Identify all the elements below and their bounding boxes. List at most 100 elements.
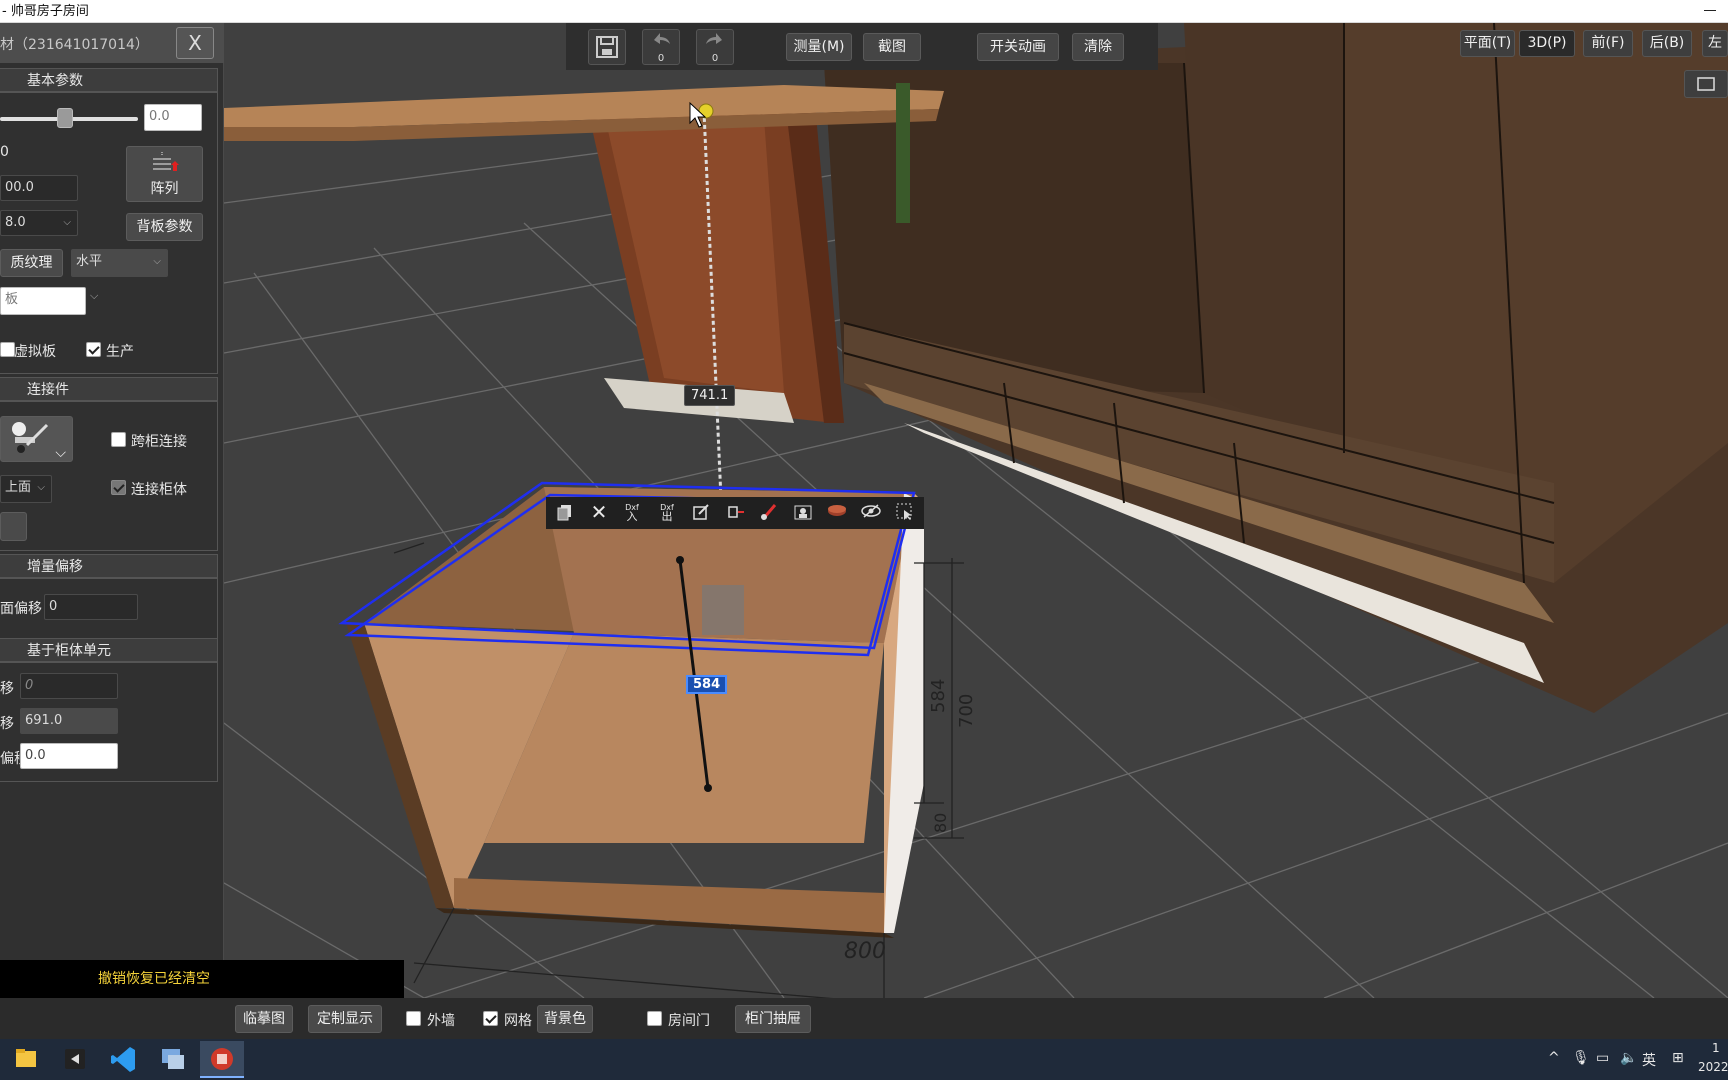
bottom-left-area (0, 998, 224, 1039)
cross-cabinet-label: 跨柜连接 (131, 434, 187, 450)
volume-icon[interactable]: 🔈 (1620, 1050, 1637, 1066)
face-offset-label: 面偏移 (0, 601, 42, 617)
dim-584-text: 584 (928, 679, 949, 713)
window-titlebar: - 帅哥房子房间 (0, 0, 1728, 23)
room-door-checkbox[interactable] (647, 1011, 662, 1026)
production-label: 生产 (106, 344, 134, 360)
undo-button[interactable]: 0 (642, 29, 680, 65)
window-title: - 帅哥房子房间 (2, 4, 89, 19)
face-offset-field[interactable]: 0 (44, 594, 138, 620)
production-checkbox[interactable] (86, 342, 101, 357)
unit-row2-label: 移 (0, 716, 14, 732)
window-mode-button[interactable] (1684, 70, 1728, 98)
file-explorer-icon[interactable] (4, 1041, 48, 1078)
screenshot-button[interactable]: 截图 (863, 33, 921, 61)
user-icon[interactable] (792, 503, 814, 523)
cabinet-door-drawer-button[interactable]: 柜门抽屉 (735, 1005, 811, 1033)
chevron-down-icon: ⌵ (37, 482, 45, 493)
resize-icon[interactable] (724, 503, 746, 523)
param-dropdown-2[interactable]: 8.0 ⌵ (0, 210, 78, 236)
grid-checkbox[interactable] (483, 1011, 498, 1026)
redo-button[interactable]: 0 (696, 29, 734, 65)
door-model (584, 93, 844, 423)
outer-wall-label: 外墙 (427, 1013, 455, 1029)
unit-row2-field[interactable]: 691.0 (20, 708, 118, 734)
chevron-down-icon: ⌵ (63, 217, 71, 228)
top-toolbar: 0 0 测量(M) 截图 开关动画 清除 (566, 23, 1158, 70)
edit-icon[interactable] (690, 503, 712, 523)
unity-icon[interactable] (53, 1041, 97, 1078)
connector-type-dropdown[interactable]: ⌵ (0, 416, 73, 462)
background-color-button[interactable]: 背景色 (537, 1005, 593, 1033)
measure-button[interactable]: 测量(M) (786, 33, 852, 61)
remote-desktop-icon[interactable] (151, 1041, 195, 1078)
copy-icon[interactable] (554, 503, 576, 523)
save-button[interactable] (588, 29, 626, 65)
texture-direction-dropdown[interactable]: 水平 ⌵ (71, 249, 168, 277)
view-left-button[interactable]: 左 (1702, 30, 1728, 57)
connector-extra-button[interactable] (0, 512, 27, 541)
clock-time[interactable]: 1 (1712, 1041, 1720, 1055)
3d-viewport[interactable]: 800 584 700 80 741.1 584 (224, 23, 1728, 998)
connect-cabinet-checkbox[interactable] (111, 480, 126, 495)
array-label: 阵列 (150, 181, 179, 197)
dim-80-text: 80 (931, 813, 950, 833)
outer-wall-checkbox[interactable] (406, 1011, 421, 1026)
properties-panel: 材（231641017014） X 基本参数 0.0 0 00.0 8.0 ⌵ 阵… (0, 23, 224, 975)
select-icon[interactable] (894, 503, 916, 523)
chevron-down-icon: ⌵ (153, 256, 161, 267)
tray-expand-icon[interactable]: ^ (1548, 1050, 1560, 1066)
network-icon[interactable]: ▭ (1596, 1050, 1609, 1066)
minimize-button[interactable] (1704, 10, 1716, 11)
custom-display-button[interactable]: 定制显示 (308, 1005, 382, 1033)
texture-button[interactable]: 质纹理 (0, 249, 63, 277)
cabinet-unit-heading: 基于柜体单元 (0, 638, 218, 662)
param-slider-thumb[interactable] (57, 108, 73, 128)
view-plan-button[interactable]: 平面(T) (1460, 30, 1515, 57)
param-field-1[interactable]: 00.0 (0, 175, 78, 201)
back-panel-params-button[interactable]: 背板参数 (126, 213, 203, 241)
ime-indicator[interactable]: 英 (1642, 1050, 1656, 1070)
trace-image-button[interactable]: 临摹图 (235, 1005, 293, 1033)
visibility-icon[interactable] (860, 503, 882, 523)
view-3d-button[interactable]: 3D(P) (1519, 30, 1575, 57)
cabinet-model (338, 481, 924, 938)
microphone-icon[interactable]: 🎙 (1572, 1050, 1590, 1066)
grid-label: 网格 (504, 1013, 532, 1029)
dxf-export-icon[interactable]: Dxf 出 (656, 503, 678, 523)
cross-cabinet-checkbox[interactable] (111, 432, 126, 447)
chevron-down-icon: ⌵ (55, 445, 67, 461)
panel-header: 材（231641017014） X (0, 23, 224, 63)
connect-cabinet-label: 连接柜体 (131, 482, 187, 498)
redo-count: 0 (711, 53, 719, 64)
delete-icon[interactable]: ✕ (588, 502, 610, 523)
undo-icon (654, 33, 670, 44)
brush-icon[interactable] (758, 503, 780, 523)
3d-scene[interactable]: 800 584 700 80 (224, 23, 1728, 998)
panel-close-button[interactable]: X (176, 27, 214, 59)
cabinet-floating-toolbar: ✕ Dxf 入 Dxf 出 (546, 497, 924, 529)
array-button[interactable]: 阵列 (126, 146, 203, 202)
slider-value-field[interactable]: 0.0 (144, 104, 202, 131)
virtual-board-checkbox[interactable] (0, 342, 15, 357)
board-field[interactable]: 板 (0, 287, 86, 315)
view-front-button[interactable]: 前(F) (1583, 30, 1633, 57)
dxf-import-icon[interactable]: Dxf 入 (621, 503, 643, 523)
dim-800-text: 800 (844, 939, 886, 964)
view-back-button[interactable]: 后(B) (1642, 30, 1692, 57)
virtual-board-label: 虚拟板 (14, 344, 56, 360)
connector-icon (11, 422, 49, 453)
array-icon (152, 152, 179, 171)
ime-keyboard-icon[interactable]: ⊞ (1672, 1050, 1684, 1066)
toggle-animation-button[interactable]: 开关动画 (977, 33, 1059, 61)
board-chevron-icon[interactable]: ⌵ (90, 289, 98, 303)
unit-row3-field[interactable]: 0.0 (20, 743, 118, 769)
unit-row1-field[interactable]: 0 (20, 673, 118, 699)
connector-position-dropdown[interactable]: 上面 ⌵ (0, 475, 52, 503)
material-icon[interactable] (826, 503, 848, 523)
clock-date[interactable]: 2022 (1698, 1060, 1728, 1074)
offset-heading: 增量偏移 (0, 554, 218, 578)
clear-button[interactable]: 清除 (1072, 33, 1124, 61)
design-app-icon[interactable] (200, 1041, 244, 1078)
vscode-icon[interactable] (102, 1041, 146, 1078)
